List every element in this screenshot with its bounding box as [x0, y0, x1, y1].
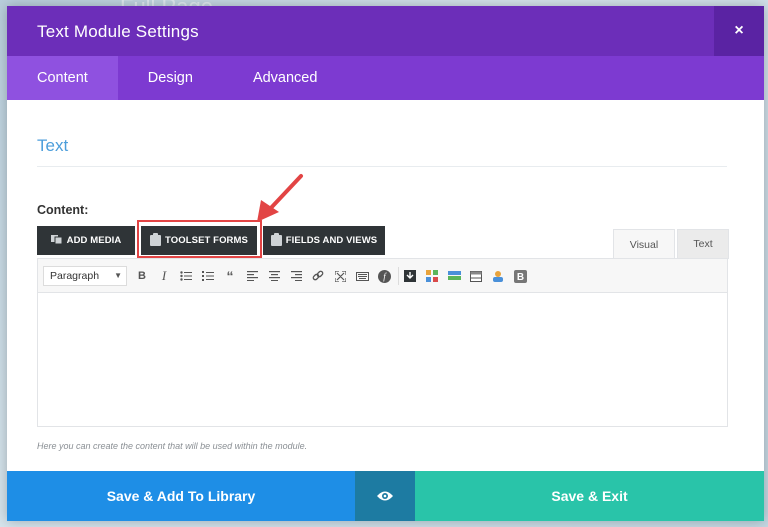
editor-tab-text[interactable]: Text — [677, 229, 729, 259]
text-module-settings-modal: Text Module Settings × Content Design Ad… — [7, 6, 764, 521]
fields-and-views-button[interactable]: FIELDS AND VIEWS — [263, 226, 385, 255]
add-media-icon — [50, 234, 63, 248]
align-right-icon[interactable] — [288, 268, 304, 284]
format-select-value: Paragraph — [50, 270, 100, 282]
align-left-icon[interactable] — [244, 268, 260, 284]
toolset-forms-button[interactable]: TOOLSET FORMS — [141, 226, 257, 255]
tab-advanced[interactable]: Advanced — [223, 56, 348, 100]
close-icon: × — [734, 22, 744, 39]
download-icon[interactable] — [402, 268, 418, 284]
fields-and-views-label: FIELDS AND VIEWS — [285, 235, 378, 246]
fullscreen-icon[interactable] — [332, 268, 348, 284]
settings-content: Text Content: ADD MEDIA TOOLSET FORMS FI… — [7, 100, 764, 471]
rich-text-editor[interactable]: Paragraph ▼ B I “ f B — [37, 258, 728, 427]
grid-icon[interactable] — [424, 268, 440, 284]
toolbox-icon — [270, 233, 282, 246]
blockquote-icon[interactable]: “ — [222, 268, 238, 284]
eye-icon — [377, 491, 393, 501]
modal-title: Text Module Settings — [37, 22, 199, 41]
svg-text:B: B — [516, 272, 523, 283]
close-button[interactable]: × — [714, 6, 764, 56]
annotation-arrow — [257, 174, 303, 222]
chevron-down-icon: ▼ — [114, 271, 122, 280]
save-add-to-library-button[interactable]: Save & Add To Library — [7, 471, 355, 521]
tab-design[interactable]: Design — [118, 56, 223, 100]
content-field-label: Content: — [37, 203, 89, 217]
save-and-exit-button[interactable]: Save & Exit — [415, 471, 764, 521]
toolbar-divider — [398, 267, 399, 285]
tab-content[interactable]: Content — [7, 56, 118, 100]
bold-icon[interactable]: B — [134, 268, 150, 284]
editor-tab-visual[interactable]: Visual — [613, 229, 675, 259]
preview-button[interactable] — [355, 471, 415, 521]
table-icon[interactable] — [468, 268, 484, 284]
section-title: Text — [37, 136, 69, 155]
user-icon[interactable] — [490, 268, 506, 284]
link-icon[interactable] — [310, 268, 326, 284]
toolset-forms-label: TOOLSET FORMS — [165, 235, 248, 246]
bullet-list-icon[interactable] — [178, 268, 194, 284]
bootstrap-icon[interactable]: B — [512, 268, 528, 284]
align-center-icon[interactable] — [266, 268, 282, 284]
modal-footer: Save & Add To Library Save & Exit — [7, 471, 764, 521]
settings-tabs: Content Design Advanced — [7, 56, 764, 100]
modal-header: Text Module Settings × — [7, 6, 764, 56]
formidable-icon[interactable]: f — [376, 268, 392, 284]
layout-icon[interactable] — [446, 268, 462, 284]
toolbox-icon — [150, 233, 162, 246]
format-select[interactable]: Paragraph ▼ — [43, 266, 127, 286]
section-divider — [37, 166, 727, 167]
add-media-button[interactable]: ADD MEDIA — [37, 226, 135, 255]
help-text: Here you can create the content that wil… — [37, 441, 308, 451]
keyboard-icon[interactable] — [354, 268, 370, 284]
italic-icon[interactable]: I — [156, 268, 172, 284]
editor-toolbar: Paragraph ▼ B I “ f B — [38, 259, 727, 293]
numbered-list-icon[interactable] — [200, 268, 216, 284]
add-media-label: ADD MEDIA — [66, 235, 122, 246]
